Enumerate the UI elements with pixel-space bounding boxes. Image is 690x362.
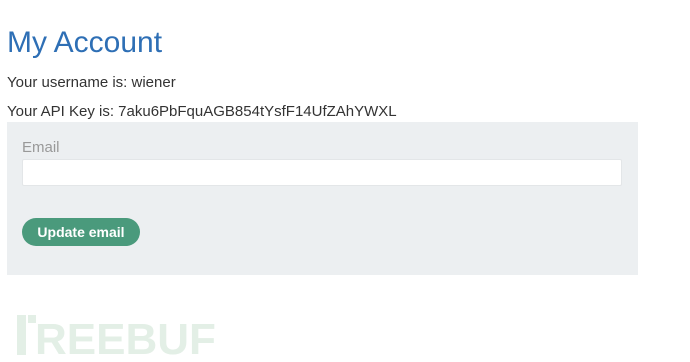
update-email-button[interactable]: Update email	[22, 218, 140, 246]
api-key-text: Your API Key is: 7aku6PbFquAGB854tYsfF14…	[7, 103, 397, 120]
update-email-form: Email Update email	[7, 122, 638, 275]
email-label: Email	[22, 139, 60, 156]
freebuf-watermark-logo: REEBUF	[17, 315, 216, 357]
username-text: Your username is: wiener	[7, 74, 176, 91]
email-input[interactable]	[22, 159, 622, 186]
page-title: My Account	[7, 26, 163, 59]
svg-text:REEBUF: REEBUF	[35, 315, 216, 357]
